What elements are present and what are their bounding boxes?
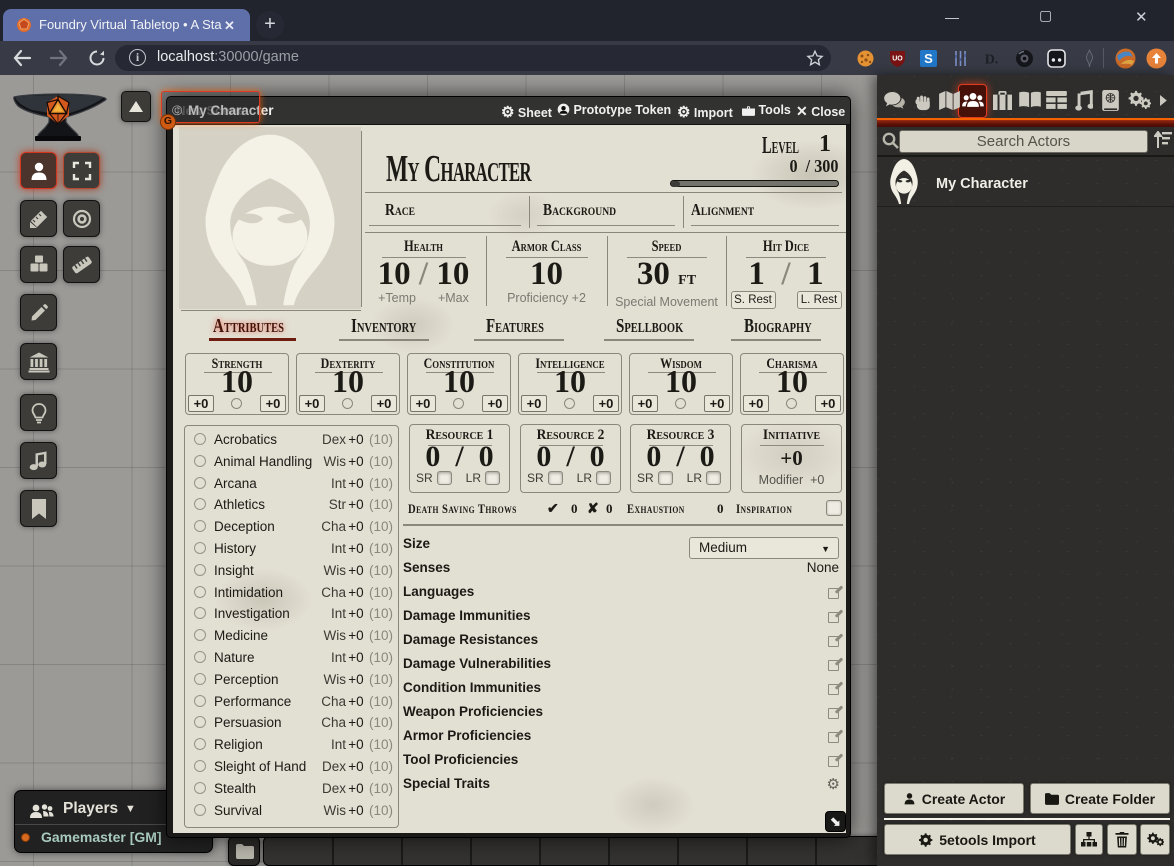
svg-text:S: S — [924, 51, 933, 66]
svg-text:UO: UO — [892, 56, 903, 63]
svg-text:D.: D. — [985, 53, 999, 68]
